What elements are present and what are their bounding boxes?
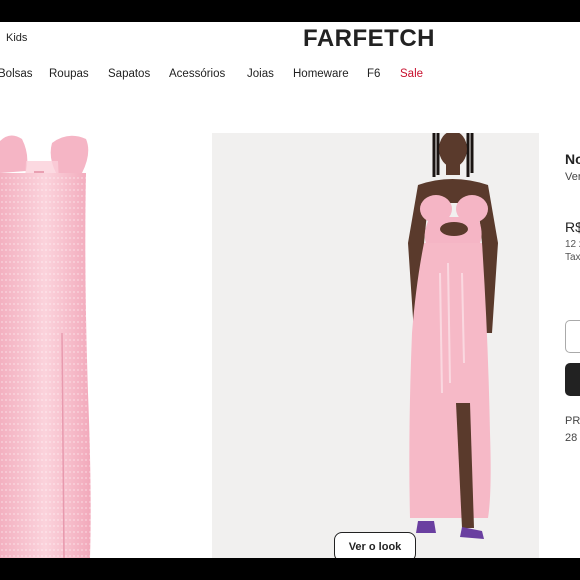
delivery-date: 28 (565, 432, 578, 444)
nav-item-sapatos[interactable]: Sapatos (108, 68, 150, 80)
tax-text: Tax (565, 252, 580, 263)
delivery-label: PR (565, 415, 580, 427)
model-image (408, 133, 498, 539)
product-subtitle: Ver (565, 171, 580, 183)
size-select[interactable] (565, 320, 580, 353)
farfetch-logo[interactable]: FARFETCH (303, 25, 435, 53)
add-to-bag-button[interactable] (565, 363, 580, 396)
product-image-flat[interactable] (0, 133, 206, 558)
product-brand[interactable]: No (565, 151, 580, 167)
product-info-panel: No Ver R$ 12 x Tax PR 28 (565, 22, 580, 558)
nav-item-roupas[interactable]: Roupas (49, 68, 89, 80)
kids-link[interactable]: Kids (6, 32, 27, 44)
product-price: R$ (565, 219, 580, 235)
installments-text: 12 x (565, 239, 580, 250)
nav-item-acessorios[interactable]: Acessórios (169, 68, 225, 80)
nav-item-sale[interactable]: Sale (400, 68, 423, 80)
product-page: Kids FARFETCH Bolsas Roupas Sapatos Aces… (0, 22, 580, 558)
nav-item-joias[interactable]: Joias (247, 68, 274, 80)
product-image-model[interactable] (212, 133, 539, 558)
nav-item-f6[interactable]: F6 (367, 68, 380, 80)
nav-item-bolsas[interactable]: Bolsas (0, 68, 33, 80)
nav-item-homeware[interactable]: Homeware (293, 68, 349, 80)
pink-sequin-dress-image (0, 135, 91, 558)
view-look-button[interactable]: Ver o look (334, 532, 416, 558)
